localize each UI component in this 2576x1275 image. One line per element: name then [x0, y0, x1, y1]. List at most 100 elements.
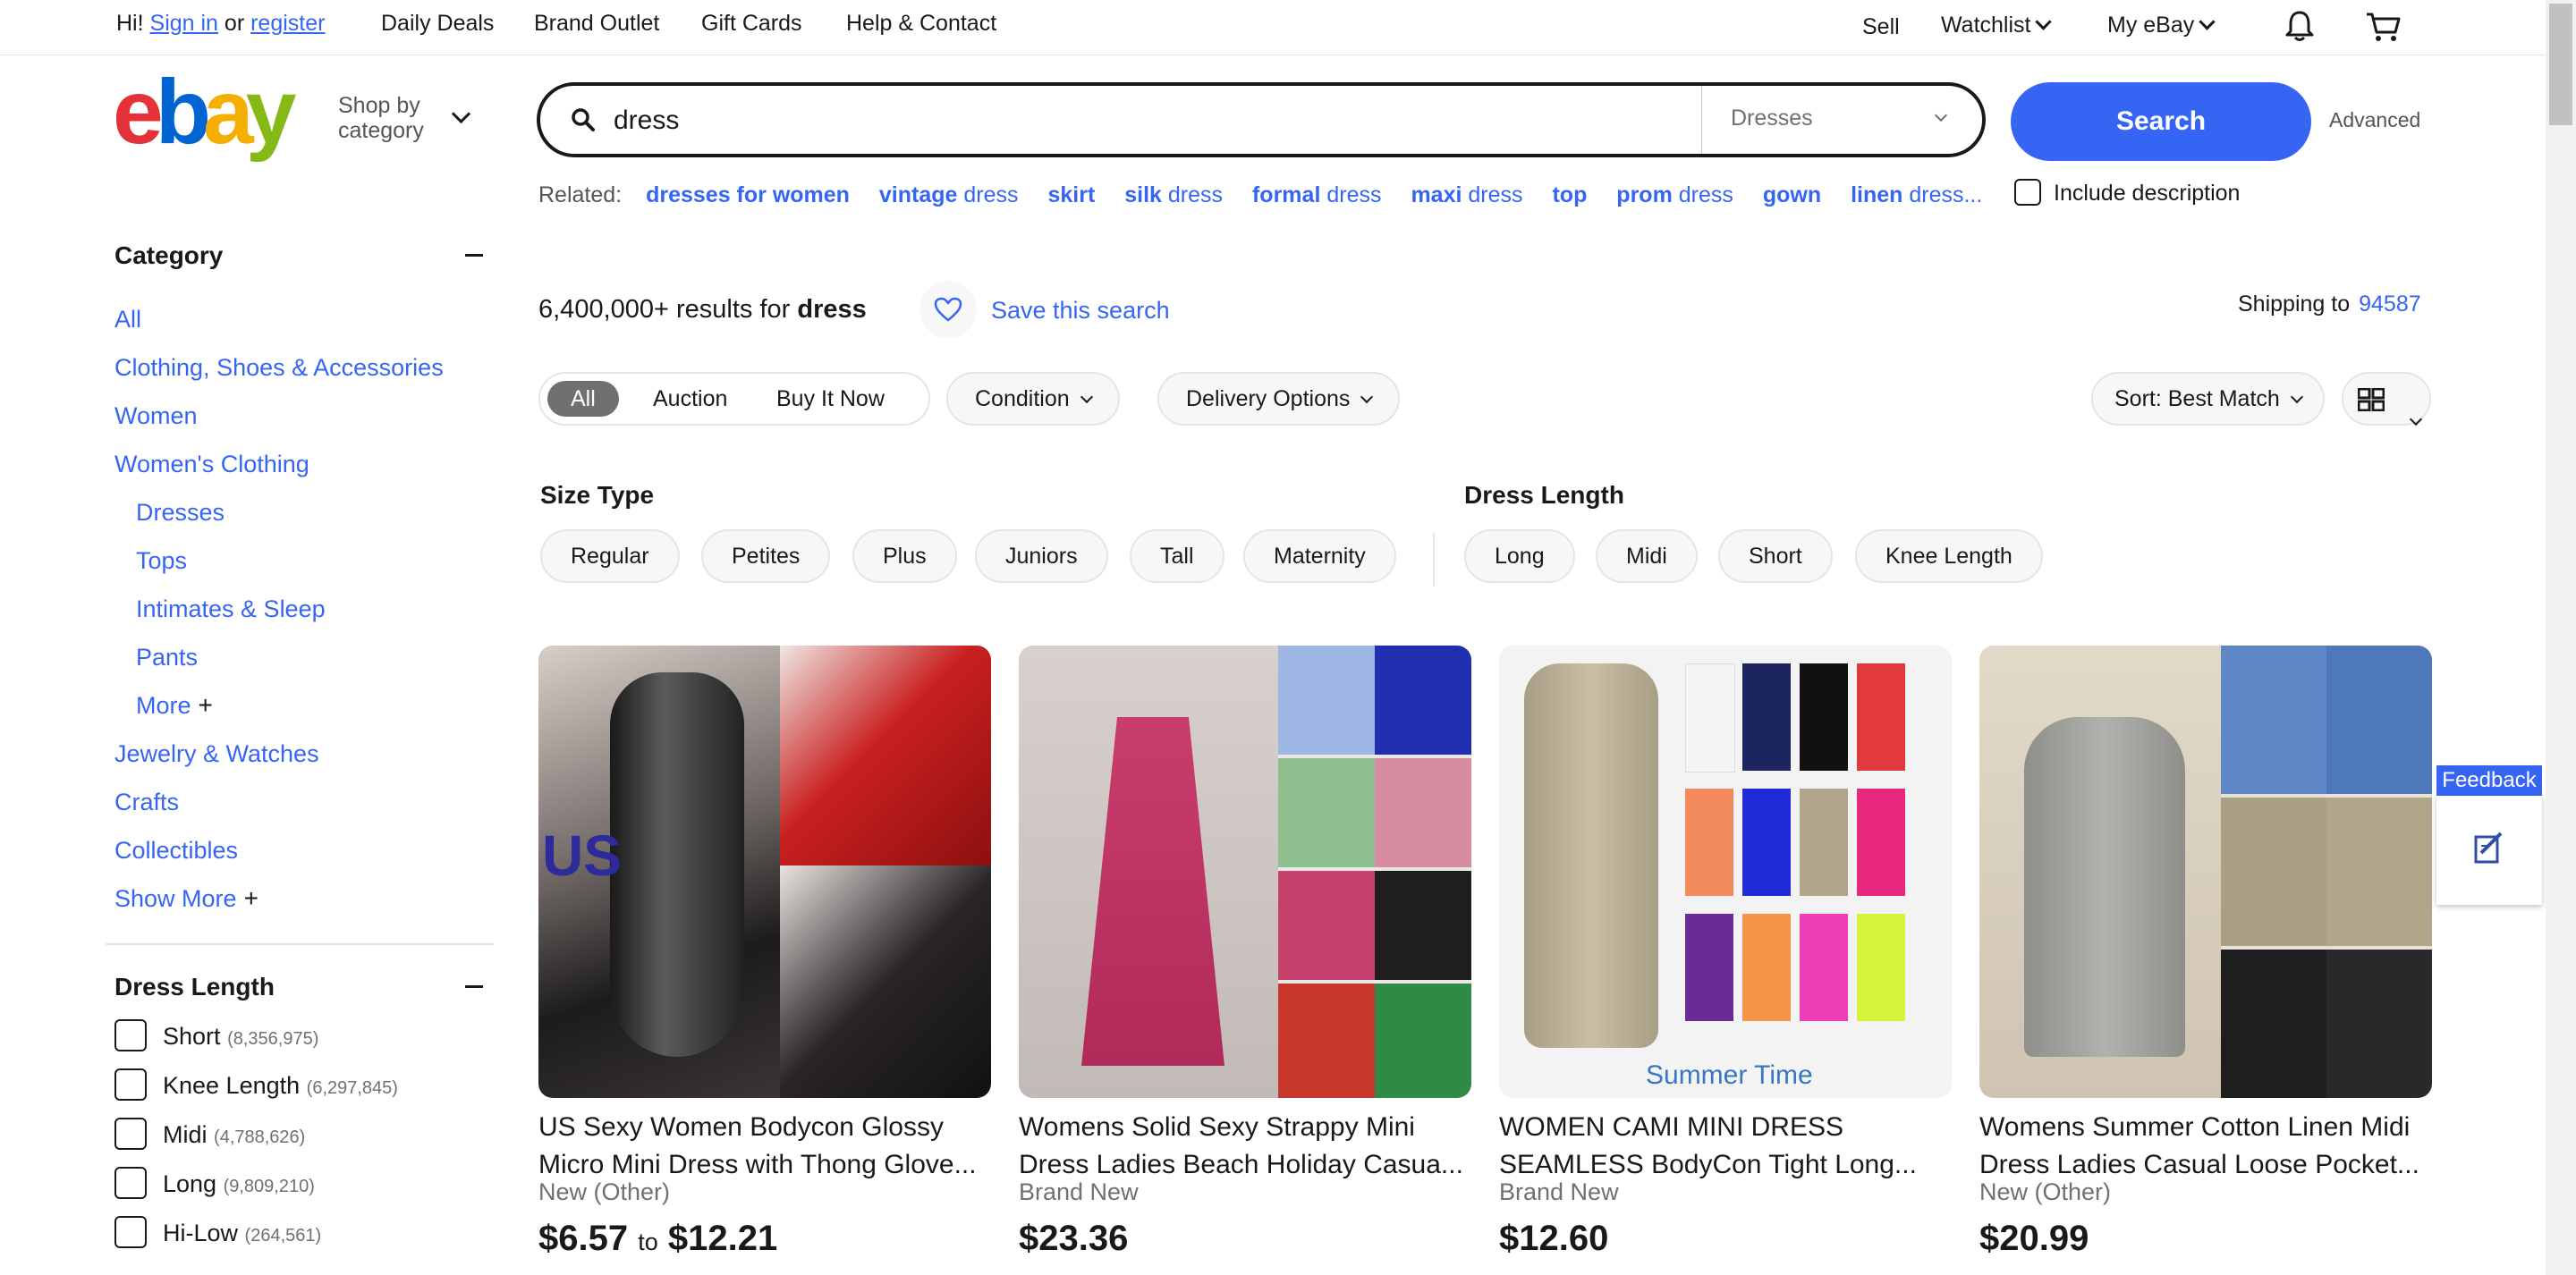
product-image[interactable]: US: [538, 646, 991, 1098]
category-link-women[interactable]: Women: [114, 392, 494, 440]
product-price: $20.99: [1979, 1219, 2432, 1259]
category-select[interactable]: Dresses: [1701, 86, 1981, 154]
my-ebay-menu[interactable]: My eBay: [2107, 13, 2216, 38]
product-title[interactable]: US Sexy Women Bodycon Glossy Micro Mini …: [538, 1109, 991, 1184]
product-title[interactable]: WOMEN CAMI MINI DRESS SEAMLESS BodyCon T…: [1499, 1109, 1952, 1184]
checkbox[interactable]: [114, 1068, 147, 1101]
brand-outlet-link[interactable]: Brand Outlet: [534, 11, 659, 37]
register-link[interactable]: register: [250, 11, 325, 36]
shipping-to[interactable]: Shipping to 94587: [2238, 291, 2421, 317]
product-card[interactable]: Womens Summer Cotton Linen Midi Dress La…: [1979, 646, 2432, 1259]
filter-count: (264,561): [244, 1226, 322, 1245]
product-image[interactable]: Summer Time: [1499, 646, 1952, 1098]
category-link-clothing[interactable]: Clothing, Shoes & Accessories: [114, 343, 494, 392]
format-buy-it-now[interactable]: Buy It Now: [755, 381, 906, 417]
bell-icon[interactable]: [2284, 9, 2316, 43]
chip-midi[interactable]: Midi: [1596, 529, 1698, 583]
category-more[interactable]: More +: [114, 681, 494, 730]
chip-knee-length[interactable]: Knee Length: [1855, 529, 2043, 583]
chip-regular[interactable]: Regular: [540, 529, 680, 583]
product-title[interactable]: Womens Summer Cotton Linen Midi Dress La…: [1979, 1109, 2432, 1184]
ebay-logo[interactable]: ebay: [113, 61, 327, 163]
shipping-zip[interactable]: 94587: [2359, 291, 2421, 317]
checkbox[interactable]: [114, 1117, 147, 1150]
collapse-icon[interactable]: [465, 254, 483, 257]
filter-hi-low[interactable]: Hi-Low (264,561): [114, 1209, 494, 1258]
related-link[interactable]: formal dress: [1252, 182, 1382, 207]
dress-length-heading-text: Dress Length: [114, 973, 275, 1001]
category-link-jewelry[interactable]: Jewelry & Watches: [114, 730, 494, 778]
category-link-intimates[interactable]: Intimates & Sleep: [114, 585, 494, 633]
related-link[interactable]: dresses for women: [646, 182, 850, 207]
save-search-link[interactable]: Save this search: [991, 297, 1170, 325]
format-all[interactable]: All: [547, 381, 619, 417]
sort-dropdown[interactable]: Sort: Best Match: [2091, 372, 2325, 426]
product-card[interactable]: Summer Time WOMEN CAMI MINI DRESS SEAMLE…: [1499, 646, 1952, 1259]
filter-long[interactable]: Long (9,809,210): [114, 1160, 494, 1209]
save-search-button[interactable]: [919, 281, 977, 338]
dress-length-heading[interactable]: Dress Length: [114, 973, 494, 1009]
chip-juniors[interactable]: Juniors: [975, 529, 1108, 583]
daily-deals-link[interactable]: Daily Deals: [381, 11, 494, 37]
shop-by-category[interactable]: Shop by category: [338, 93, 424, 143]
advanced-search-link[interactable]: Advanced: [2329, 108, 2420, 132]
category-link-womens-clothing[interactable]: Women's Clothing: [114, 440, 494, 488]
product-card[interactable]: Womens Solid Sexy Strappy Mini Dress Lad…: [1019, 646, 1471, 1259]
feedback-box[interactable]: [2436, 796, 2542, 905]
related-link[interactable]: gown: [1763, 182, 1821, 207]
related-link[interactable]: linen dress...: [1851, 182, 1982, 207]
search-input[interactable]: [612, 98, 1510, 143]
chip-short[interactable]: Short: [1718, 529, 1833, 583]
scrollbar[interactable]: [2546, 0, 2576, 1275]
cart-icon[interactable]: [2365, 11, 2402, 43]
filter-midi[interactable]: Midi (4,788,626): [114, 1110, 494, 1160]
sign-in-link[interactable]: Sign in: [150, 11, 218, 36]
feedback-tab[interactable]: Feedback: [2436, 765, 2542, 905]
related-link[interactable]: maxi dress: [1411, 182, 1522, 207]
checkbox[interactable]: [114, 1018, 147, 1051]
scrollbar-thumb[interactable]: [2549, 4, 2572, 125]
delivery-options-dropdown[interactable]: Delivery Options: [1157, 372, 1401, 426]
category-link-dresses[interactable]: Dresses: [114, 488, 494, 536]
chip-long[interactable]: Long: [1464, 529, 1575, 583]
gift-cards-link[interactable]: Gift Cards: [701, 11, 802, 37]
category-heading[interactable]: Category: [114, 241, 494, 277]
category-link-collectibles[interactable]: Collectibles: [114, 826, 494, 874]
related-link[interactable]: silk dress: [1124, 182, 1223, 207]
checkbox[interactable]: [2014, 179, 2041, 207]
search-button[interactable]: Search: [2011, 82, 2311, 161]
chip-tall[interactable]: Tall: [1130, 529, 1224, 583]
condition-dropdown[interactable]: Condition: [946, 372, 1120, 426]
category-link-pants[interactable]: Pants: [114, 633, 494, 681]
category-link-crafts[interactable]: Crafts: [114, 778, 494, 826]
filter-short[interactable]: Short (8,356,975): [114, 1012, 494, 1061]
checkbox[interactable]: [114, 1215, 147, 1248]
product-image[interactable]: [1019, 646, 1471, 1098]
product-image[interactable]: [1979, 646, 2432, 1098]
chip-maternity[interactable]: Maternity: [1243, 529, 1396, 583]
product-title[interactable]: Womens Solid Sexy Strappy Mini Dress Lad…: [1019, 1109, 1471, 1184]
category-link-tops[interactable]: Tops: [114, 536, 494, 585]
related-link[interactable]: top: [1552, 182, 1587, 207]
related-link[interactable]: prom dress: [1616, 182, 1733, 207]
filter-knee-length[interactable]: Knee Length (6,297,845): [114, 1061, 494, 1110]
sell-link[interactable]: Sell: [1862, 14, 1900, 40]
chip-petites[interactable]: Petites: [701, 529, 831, 583]
chip-plus[interactable]: Plus: [852, 529, 957, 583]
chevron-down-icon: [2035, 13, 2053, 30]
related-link[interactable]: skirt: [1047, 182, 1095, 207]
collapse-icon[interactable]: [465, 985, 483, 988]
checkbox[interactable]: [114, 1166, 147, 1199]
category-show-more[interactable]: Show More +: [114, 874, 494, 923]
help-contact-link[interactable]: Help & Contact: [846, 11, 996, 37]
chevron-down-icon[interactable]: [451, 104, 471, 124]
related-link[interactable]: vintage dress: [879, 182, 1019, 207]
format-auction[interactable]: Auction: [631, 381, 749, 417]
include-description-checkbox[interactable]: Include description: [2014, 179, 2240, 207]
filter-count: (9,809,210): [223, 1177, 315, 1196]
my-ebay-label: My eBay: [2107, 13, 2195, 38]
product-card[interactable]: US US Sexy Women Bodycon Glossy Micro Mi…: [538, 646, 991, 1259]
category-link-all[interactable]: All: [114, 295, 494, 343]
view-toggle[interactable]: [2342, 372, 2431, 426]
watchlist-menu[interactable]: Watchlist: [1941, 13, 2053, 38]
